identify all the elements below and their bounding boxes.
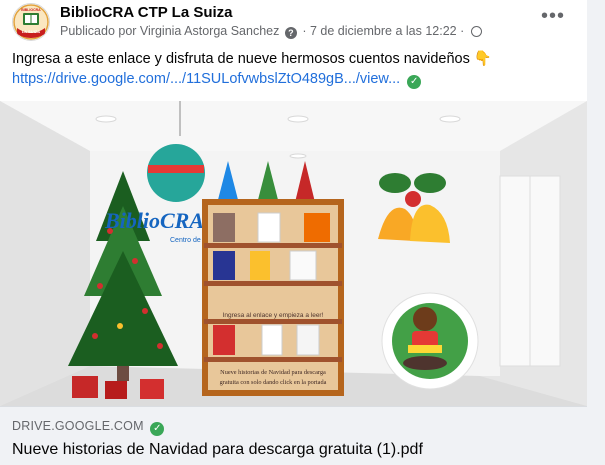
published-by[interactable]: Publicado por Virginia Astorga Sanchez	[60, 24, 279, 38]
page-name[interactable]: BiblioCRA CTP La Suiza	[60, 4, 233, 21]
post-image[interactable]: BiblioCRA Centro de Calidad Ingresa al e…	[0, 101, 587, 406]
gift-box	[105, 381, 127, 399]
school-logo-icon: BIBLIOCRA LA SUIZA	[13, 4, 49, 40]
avatar-small-text: BIBLIOCRA	[21, 8, 41, 12]
shelf-label: Ingresa al enlace y empieza a leer!	[223, 312, 324, 319]
ceiling-light	[287, 115, 309, 123]
ceiling-light	[289, 153, 307, 159]
post-link[interactable]: https://drive.google.com/.../11SULofvwbs…	[12, 71, 422, 89]
bottom-caption-1: Nueve historias de Navidad para descarga	[220, 369, 326, 376]
ceiling	[0, 101, 587, 151]
more-options-button[interactable]: •••	[538, 4, 568, 34]
page-avatar[interactable]: BIBLIOCRA LA SUIZA	[12, 3, 50, 41]
link-domain-text: DRIVE.GOOGLE.COM	[12, 419, 144, 433]
link-preview[interactable]: DRIVE.GOOGLE.COM ✓ Nueve historias de Na…	[0, 406, 587, 465]
gift-box	[72, 376, 98, 398]
bottom-caption-2: gratuita con solo dando click en la port…	[220, 379, 327, 386]
avatar-label: LA SUIZA	[22, 29, 40, 34]
link-title[interactable]: Nueve historias de Navidad para descarga…	[12, 441, 423, 459]
post-header: BIBLIOCRA LA SUIZA BiblioCRA CTP La Suiz…	[0, 0, 587, 46]
bibliocra-logo: BiblioCRA	[104, 208, 204, 233]
gift-box	[140, 379, 164, 399]
link-domain: DRIVE.GOOGLE.COM ✓	[12, 419, 165, 436]
ornament-stripe	[148, 165, 204, 173]
ceiling-light	[439, 115, 461, 123]
globe-icon	[470, 26, 482, 37]
post-timestamp[interactable]: 7 de diciembre a las 12:22	[310, 24, 457, 38]
reading-girl-chair	[381, 292, 479, 390]
question-icon[interactable]: ?	[284, 27, 297, 39]
post-link-text[interactable]: https://drive.google.com/.../11SULofvwbs…	[12, 71, 400, 87]
ceiling-light	[95, 115, 117, 123]
more-horizontal-icon: •••	[540, 5, 565, 27]
meta-separator: ·	[302, 24, 307, 38]
verified-check-icon: ✓	[407, 75, 422, 89]
scroll-area	[587, 0, 605, 465]
post-text: Ingresa a este enlace y disfruta de nuev…	[12, 51, 492, 67]
post-meta: Publicado por Virginia Astorga Sanchez ?…	[60, 24, 482, 39]
post-card: BIBLIOCRA LA SUIZA BiblioCRA CTP La Suiz…	[0, 0, 587, 465]
verified-check-icon: ✓	[150, 422, 165, 436]
meta-separator-2: ·	[460, 24, 465, 38]
